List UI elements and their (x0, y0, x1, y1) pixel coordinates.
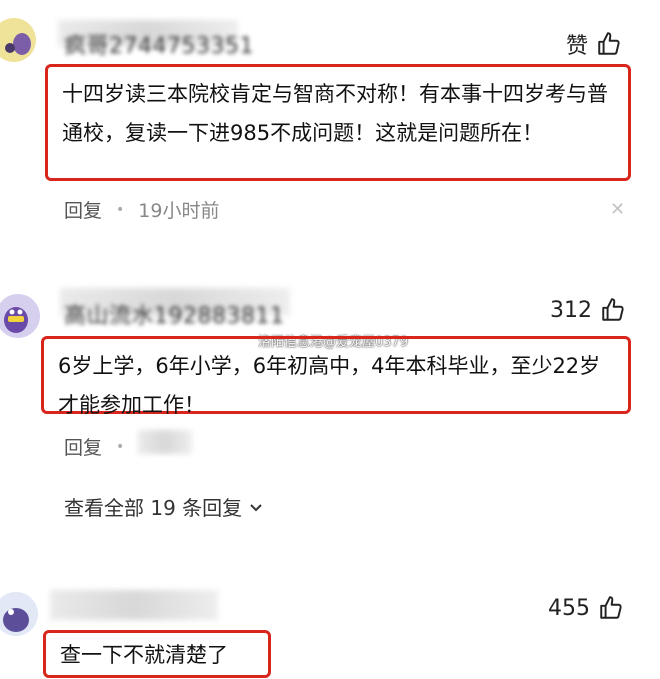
username-mask (50, 590, 218, 620)
avatar[interactable] (0, 592, 38, 636)
thumbs-up-icon (602, 298, 624, 321)
reply-button[interactable]: 回复 (64, 196, 102, 223)
comment-text-highlight: 十四岁读三本院校肯定与智商不对称！有本事十四岁考与普通校，复读一下进985不成问… (45, 64, 631, 181)
separator-dot: • (116, 201, 125, 218)
chevron-down-icon (250, 503, 262, 511)
like-count: 312 (550, 297, 592, 323)
timestamp: 19小时前 (138, 200, 220, 222)
comment-meta: 回复 • 19小时前 (64, 196, 219, 223)
username[interactable]: 疯哥2744753351 (64, 28, 254, 60)
comment-text: 6岁上学，6年小学，6年初高中，4年本科毕业，至少22岁才能参加工作！ (58, 354, 601, 417)
username[interactable]: 高山流水192883811 (64, 298, 284, 330)
avatar[interactable] (0, 18, 36, 62)
like-label: 赞 (566, 34, 589, 59)
like-button[interactable]: 312 (550, 297, 626, 323)
separator-dot: • (116, 438, 125, 455)
timestamp-mask (138, 430, 192, 454)
comment-meta: 回复 • (64, 433, 124, 460)
avatar[interactable] (0, 294, 40, 338)
view-all-replies-button[interactable]: 查看全部 19 条回复 (64, 492, 264, 521)
view-replies-label: 查看全部 19 条回复 (64, 496, 243, 520)
comment-text: 查一下不就清楚了 (60, 643, 228, 667)
comment-text-highlight: 查一下不就清楚了 (43, 630, 271, 678)
like-count: 455 (548, 595, 590, 621)
comment-text: 十四岁读三本院校肯定与智商不对称！有本事十四岁考与普通校，复读一下进985不成问… (62, 82, 608, 145)
like-button[interactable]: 455 (548, 595, 624, 621)
like-button[interactable]: 赞 (566, 28, 622, 60)
close-icon[interactable]: ✕ (610, 199, 625, 220)
thumbs-up-icon (598, 32, 620, 55)
comment-text-highlight: 6岁上学，6年小学，6年初高中，4年本科毕业，至少22岁才能参加工作！ (41, 336, 631, 417)
reply-button[interactable]: 回复 (64, 433, 102, 460)
thumbs-up-icon (600, 596, 622, 619)
